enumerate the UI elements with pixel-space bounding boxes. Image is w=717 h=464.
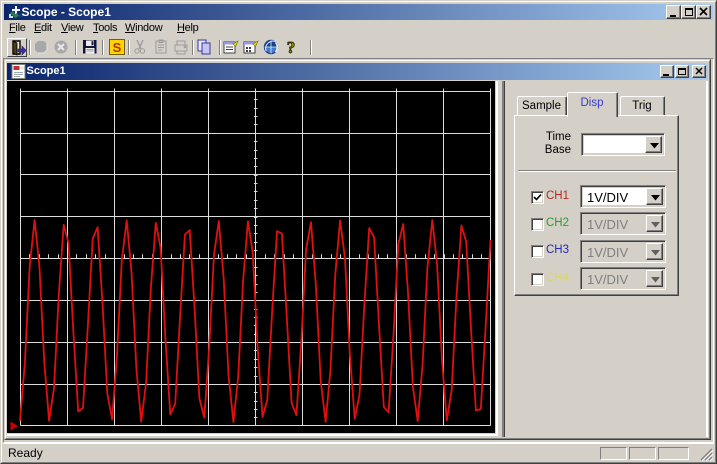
svg-text:S: S — [112, 40, 121, 55]
svg-text:?: ? — [286, 39, 295, 55]
